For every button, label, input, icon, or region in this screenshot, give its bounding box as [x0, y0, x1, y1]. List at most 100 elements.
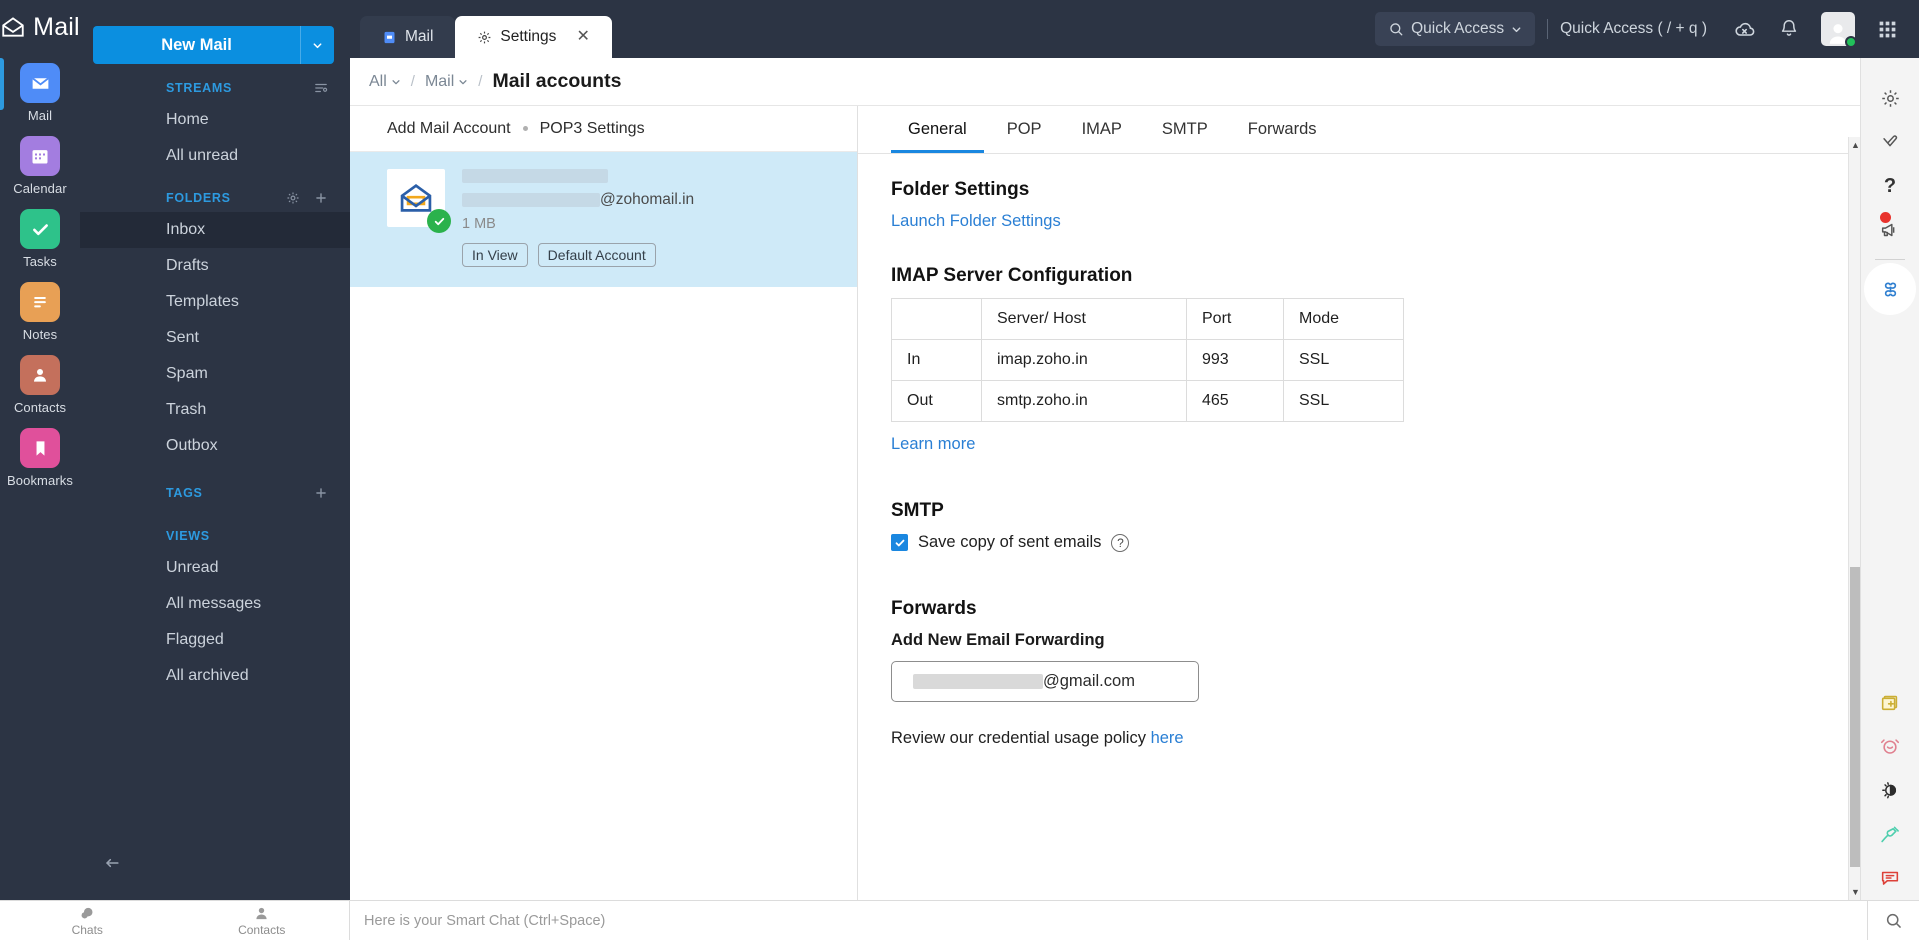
chevron-down-icon	[312, 40, 323, 51]
account-badges: In View Default Account	[462, 243, 694, 267]
rail-item-mail[interactable]: Mail	[0, 54, 80, 127]
bottom-item-contacts[interactable]: Contacts	[175, 901, 350, 940]
view-item-all-archived[interactable]: All archived	[80, 658, 350, 694]
accounts-panel: Add Mail Account POP3 Settings @zohomail…	[350, 106, 858, 900]
tab-settings[interactable]: Settings ✕	[455, 16, 611, 58]
folder-item-trash[interactable]: Trash	[80, 392, 350, 428]
imap-config-table: Server/ Host Port Mode In imap.zoho.in 9…	[891, 298, 1404, 422]
question-mark-icon[interactable]: ?	[1868, 164, 1912, 208]
alarm-clock-icon[interactable]	[1868, 724, 1912, 768]
bottom-item-chats[interactable]: Chats	[0, 901, 175, 940]
tab-general[interactable]: General	[891, 106, 984, 153]
header-right: Quick Access Quick Access ( / + q )	[1375, 0, 1919, 58]
view-item-flagged[interactable]: Flagged	[80, 622, 350, 658]
check-icon	[894, 537, 906, 549]
quick-access-hint[interactable]: Quick Access ( / + q )	[1560, 20, 1707, 38]
rail-item-bookmarks[interactable]: Bookmarks	[0, 419, 80, 492]
folder-item-sent[interactable]: Sent	[80, 320, 350, 356]
tab-pop[interactable]: POP	[990, 106, 1059, 153]
plus-icon[interactable]	[314, 191, 328, 205]
badge-in-view[interactable]: In View	[462, 243, 528, 267]
launch-folder-settings-link[interactable]: Launch Folder Settings	[891, 212, 1861, 231]
new-mail-button[interactable]: New Mail	[93, 26, 300, 64]
apps-grid-icon[interactable]	[1865, 0, 1909, 58]
chevron-down-icon	[391, 77, 401, 87]
breadcrumb-item-mail[interactable]: Mail	[425, 73, 468, 91]
cloud-off-icon[interactable]	[1723, 0, 1767, 58]
view-item-all-messages[interactable]: All messages	[80, 586, 350, 622]
cell-mode-in: SSL	[1284, 340, 1404, 381]
bottom-bar: Chats Contacts Here is your Smart Chat (…	[0, 900, 1919, 940]
stream-settings-icon[interactable]	[314, 81, 328, 95]
folder-item-home[interactable]: Home	[80, 102, 350, 138]
folder-item-drafts[interactable]: Drafts	[80, 248, 350, 284]
view-item-unread[interactable]: Unread	[80, 550, 350, 586]
plug-icon[interactable]	[1868, 812, 1912, 856]
search-icon	[1388, 21, 1404, 37]
rail-item-contacts[interactable]: Contacts	[0, 346, 80, 419]
tab-imap[interactable]: IMAP	[1065, 106, 1139, 153]
breadcrumb-item-all[interactable]: All	[369, 73, 401, 91]
app-rail: Mail Mail Calendar Tasks Notes Contacts	[0, 0, 80, 940]
folder-item-inbox[interactable]: Inbox	[80, 212, 350, 248]
app-logo[interactable]: Mail	[0, 0, 80, 54]
breadcrumb: All / Mail / Mail accounts	[350, 58, 1919, 106]
contrast-icon[interactable]	[1868, 768, 1912, 812]
rail-divider	[1875, 259, 1905, 260]
save-copy-checkbox[interactable]	[891, 534, 908, 551]
col-header-host: Server/ Host	[982, 299, 1187, 340]
smtp-title: SMTP	[891, 500, 1861, 522]
avatar[interactable]	[1821, 12, 1855, 46]
credential-policy-row: Review our credential usage policy here	[891, 729, 1861, 748]
rail-item-calendar[interactable]: Calendar	[0, 127, 80, 200]
tab-forwards[interactable]: Forwards	[1231, 106, 1334, 153]
cell-direction-in: In	[892, 340, 982, 381]
table-row: In imap.zoho.in 993 SSL	[892, 340, 1404, 381]
credential-policy-text: Review our credential usage policy	[891, 729, 1151, 747]
forwarding-email-redacted	[913, 674, 1043, 689]
account-card[interactable]: @zohomail.in 1 MB In View Default Accoun…	[350, 152, 857, 287]
paperclip-icon[interactable]	[1868, 120, 1912, 164]
section-header-folders: FOLDERS	[80, 174, 350, 212]
forwarding-email-input[interactable]: @gmail.com	[891, 661, 1199, 702]
chevron-down-icon	[458, 77, 468, 87]
folder-item-outbox[interactable]: Outbox	[80, 428, 350, 464]
close-icon[interactable]: ✕	[576, 29, 589, 45]
page-title: Mail accounts	[492, 70, 621, 93]
new-mail-dropdown-button[interactable]	[300, 26, 334, 64]
rail-label-tasks: Tasks	[23, 254, 57, 269]
bottom-search-button[interactable]	[1867, 901, 1919, 940]
forwards-title: Forwards	[891, 598, 1861, 620]
quick-access-button[interactable]: Quick Access	[1375, 12, 1535, 46]
cell-direction-out: Out	[892, 381, 982, 422]
account-email-row: @zohomail.in	[462, 191, 694, 209]
folder-item-all-unread[interactable]: All unread	[80, 138, 350, 174]
pop3-settings-button[interactable]: POP3 Settings	[540, 120, 645, 138]
smart-chat-input[interactable]: Here is your Smart Chat (Ctrl+Space)	[350, 901, 1867, 940]
question-circle-icon[interactable]: ?	[1111, 534, 1129, 552]
gear-icon[interactable]	[1868, 76, 1912, 120]
quick-access-label: Quick Access	[1411, 20, 1504, 38]
badge-default-account[interactable]: Default Account	[538, 243, 656, 267]
folder-item-spam[interactable]: Spam	[80, 356, 350, 392]
breadcrumb-label-all: All	[369, 73, 387, 91]
tab-mail[interactable]: Mail	[360, 16, 455, 58]
rail-item-notes[interactable]: Notes	[0, 273, 80, 346]
collapse-sidebar-icon[interactable]	[102, 860, 122, 877]
bell-icon[interactable]	[1767, 0, 1811, 58]
folder-item-templates[interactable]: Templates	[80, 284, 350, 320]
chat-bubble-icon[interactable]	[1868, 856, 1912, 900]
add-mail-account-button[interactable]: Add Mail Account	[387, 120, 511, 138]
learn-more-link[interactable]: Learn more	[891, 435, 1861, 454]
add-note-icon[interactable]	[1868, 680, 1912, 724]
detail-tabs: General POP IMAP SMTP Forwards	[858, 106, 1861, 154]
credential-policy-link[interactable]: here	[1151, 729, 1184, 747]
account-email-domain: @zohomail.in	[600, 191, 694, 209]
megaphone-icon[interactable]	[1868, 208, 1912, 252]
plus-icon[interactable]	[314, 486, 328, 500]
cell-host-in: imap.zoho.in	[982, 340, 1187, 381]
gear-icon[interactable]	[286, 191, 300, 205]
zia-flower-icon[interactable]	[1868, 267, 1912, 311]
rail-item-tasks[interactable]: Tasks	[0, 200, 80, 273]
tab-smtp[interactable]: SMTP	[1145, 106, 1225, 153]
